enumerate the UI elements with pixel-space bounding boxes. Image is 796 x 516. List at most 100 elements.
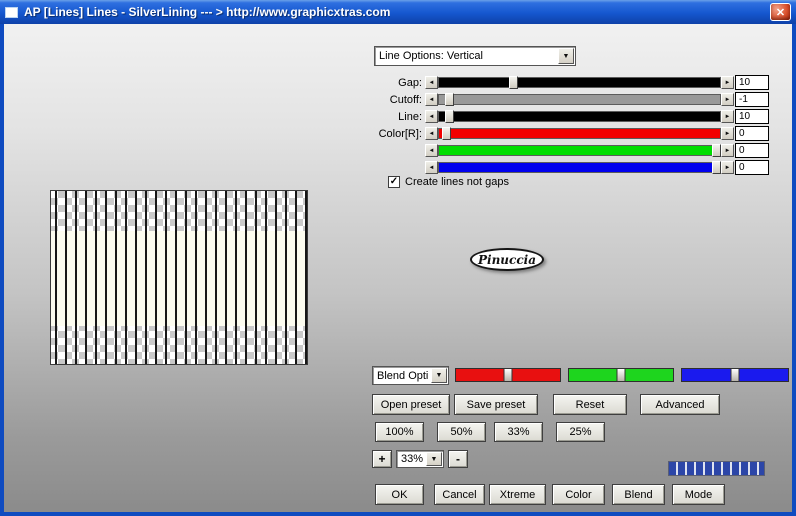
- blend-green-slider[interactable]: [568, 368, 674, 382]
- zoom-100-button[interactable]: 100%: [375, 422, 424, 442]
- line-options-dropdown[interactable]: Line Options: Vertical ▼: [374, 46, 576, 66]
- slider-label-cutoff: Cutoff:: [389, 94, 422, 106]
- slider-label-gap: Gap:: [398, 77, 422, 89]
- save-preset-button[interactable]: Save preset: [454, 394, 538, 415]
- color-g-increment-button[interactable]: ►: [721, 144, 734, 157]
- blend-options-value: Blend Opti: [377, 369, 429, 382]
- line-options-value: Line Options: Vertical: [379, 50, 483, 62]
- chevron-down-icon: ▼: [562, 52, 570, 60]
- gap-slider[interactable]: [438, 76, 721, 89]
- color-button[interactable]: Color: [552, 484, 605, 505]
- create-lines-checkbox[interactable]: ✓ Create lines not gaps: [388, 176, 509, 188]
- slider-row-gap: Gap: ◄ ► 10: [4, 75, 792, 91]
- blend-options-dropdown-button[interactable]: ▼: [431, 368, 447, 383]
- arrow-right-icon: ►: [724, 113, 731, 120]
- arrow-right-icon: ►: [724, 164, 731, 171]
- close-icon: ✕: [775, 6, 786, 19]
- blend-button[interactable]: Blend: [612, 484, 665, 505]
- color-g-decrement-button[interactable]: ◄: [425, 144, 438, 157]
- arrow-right-icon: ►: [724, 130, 731, 137]
- blend-green-slider-thumb[interactable]: [616, 368, 626, 382]
- arrow-right-icon: ►: [724, 96, 731, 103]
- arrow-left-icon: ◄: [428, 147, 435, 154]
- gap-decrement-button[interactable]: ◄: [425, 76, 438, 89]
- cutoff-value-input[interactable]: -1: [735, 92, 769, 107]
- gap-slider-thumb[interactable]: [509, 76, 519, 89]
- color-g-slider-thumb[interactable]: [711, 144, 721, 157]
- zoom-level-dropdown-button[interactable]: ▼: [426, 452, 442, 466]
- zoom-level-value: 33%: [401, 453, 424, 465]
- color-r-slider[interactable]: [438, 127, 721, 140]
- zoom-level-combo[interactable]: 33% ▼: [396, 450, 444, 468]
- titlebar[interactable]: AP [Lines] Lines - SilverLining --- > ht…: [0, 0, 796, 24]
- advanced-button[interactable]: Advanced: [640, 394, 720, 415]
- cutoff-slider-thumb[interactable]: [444, 93, 454, 106]
- progress-bar: [668, 461, 765, 476]
- mode-button[interactable]: Mode: [672, 484, 725, 505]
- window-title: AP [Lines] Lines - SilverLining --- > ht…: [24, 5, 391, 19]
- color-b-decrement-button[interactable]: ◄: [425, 161, 438, 174]
- cutoff-slider[interactable]: [438, 93, 721, 106]
- zoom-plus-button[interactable]: +: [372, 450, 392, 468]
- gap-value-input[interactable]: 10: [735, 75, 769, 90]
- color-r-value-input[interactable]: 0: [735, 126, 769, 141]
- arrow-right-icon: ►: [724, 79, 731, 86]
- chevron-down-icon: ▼: [435, 372, 443, 379]
- slider-label-line: Line:: [398, 111, 422, 123]
- color-r-decrement-button[interactable]: ◄: [425, 127, 438, 140]
- zoom-minus-button[interactable]: -: [448, 450, 468, 468]
- cancel-button[interactable]: Cancel: [434, 484, 485, 505]
- arrow-left-icon: ◄: [428, 130, 435, 137]
- checkbox-check-icon[interactable]: ✓: [388, 176, 400, 188]
- arrow-left-icon: ◄: [428, 113, 435, 120]
- close-button[interactable]: ✕: [770, 3, 791, 21]
- arrow-left-icon: ◄: [428, 164, 435, 171]
- checkbox-label: Create lines not gaps: [405, 176, 509, 188]
- preview-vertical-lines: [51, 191, 307, 364]
- chevron-down-icon: ▼: [430, 455, 438, 463]
- slider-row-cutoff: Cutoff: ◄ ► -1: [4, 92, 792, 108]
- reset-button[interactable]: Reset: [553, 394, 627, 415]
- line-slider[interactable]: [438, 110, 721, 123]
- zoom-50-button[interactable]: 50%: [437, 422, 486, 442]
- blend-blue-slider[interactable]: [681, 368, 789, 382]
- color-b-increment-button[interactable]: ►: [721, 161, 734, 174]
- slider-row-color-g: ◄ ► 0: [4, 143, 792, 159]
- line-value-input[interactable]: 10: [735, 109, 769, 124]
- ok-button[interactable]: OK: [375, 484, 424, 505]
- arrow-right-icon: ►: [724, 147, 731, 154]
- color-b-value-input[interactable]: 0: [735, 160, 769, 175]
- gap-increment-button[interactable]: ►: [721, 76, 734, 89]
- zoom-33-button[interactable]: 33%: [494, 422, 543, 442]
- color-g-value-input[interactable]: 0: [735, 143, 769, 158]
- slider-row-line: Line: ◄ ► 10: [4, 109, 792, 125]
- color-g-slider[interactable]: [438, 144, 721, 157]
- dialog-body: Line Options: Vertical ▼ Gap: ◄ ► 10 Cut…: [4, 24, 792, 512]
- pinuccia-badge: Pinuccia: [470, 248, 544, 271]
- line-increment-button[interactable]: ►: [721, 110, 734, 123]
- xtreme-button[interactable]: Xtreme: [489, 484, 546, 505]
- arrow-left-icon: ◄: [428, 79, 435, 86]
- zoom-25-button[interactable]: 25%: [556, 422, 605, 442]
- line-options-dropdown-button[interactable]: ▼: [558, 48, 574, 64]
- arrow-left-icon: ◄: [428, 96, 435, 103]
- slider-row-color-b: ◄ ► 0: [4, 160, 792, 176]
- slider-row-color-r: Color[R]: ◄ ► 0: [4, 126, 792, 142]
- color-b-slider[interactable]: [438, 161, 721, 174]
- cutoff-decrement-button[interactable]: ◄: [425, 93, 438, 106]
- line-decrement-button[interactable]: ◄: [425, 110, 438, 123]
- color-b-slider-thumb[interactable]: [711, 161, 721, 174]
- color-r-increment-button[interactable]: ►: [721, 127, 734, 140]
- open-preset-button[interactable]: Open preset: [372, 394, 450, 415]
- cutoff-increment-button[interactable]: ►: [721, 93, 734, 106]
- line-slider-thumb[interactable]: [444, 110, 454, 123]
- preview-image: [50, 190, 308, 365]
- plugin-window: AP [Lines] Lines - SilverLining --- > ht…: [0, 0, 796, 516]
- blend-blue-slider-thumb[interactable]: [730, 368, 740, 382]
- app-icon: [5, 6, 18, 18]
- slider-label-color-r: Color[R]:: [378, 128, 422, 140]
- color-r-slider-thumb[interactable]: [441, 127, 451, 140]
- blend-red-slider-thumb[interactable]: [503, 368, 513, 382]
- blend-options-dropdown[interactable]: Blend Opti ▼: [372, 366, 449, 385]
- blend-red-slider[interactable]: [455, 368, 561, 382]
